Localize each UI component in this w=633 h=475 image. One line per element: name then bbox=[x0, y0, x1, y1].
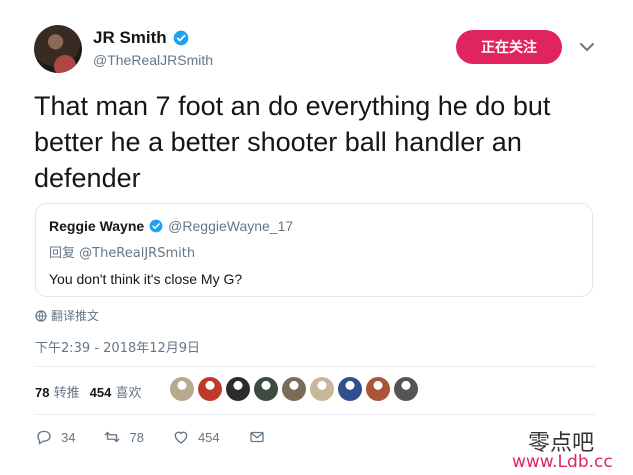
liker-avatar[interactable] bbox=[170, 377, 194, 401]
liker-avatar[interactable] bbox=[254, 377, 278, 401]
author-avatar[interactable] bbox=[34, 25, 82, 73]
tweet-text: That man 7 foot an do everything he do b… bbox=[34, 91, 551, 193]
tweet-timestamp[interactable]: 下午2:39 - 2018年12月9日 bbox=[35, 337, 200, 356]
reply-count: 34 bbox=[61, 429, 76, 445]
liker-avatar[interactable] bbox=[338, 377, 362, 401]
liker-avatar[interactable] bbox=[310, 377, 334, 401]
author-name[interactable]: JR Smith bbox=[93, 28, 167, 48]
like-action-count: 454 bbox=[197, 429, 220, 445]
liker-avatar[interactable] bbox=[394, 377, 418, 401]
liker-avatars bbox=[170, 377, 418, 401]
author-handle[interactable]: @TheRealJRSmith bbox=[93, 52, 213, 68]
tweet-actions: 34 78 454 bbox=[35, 428, 294, 446]
divider bbox=[34, 414, 596, 415]
retweet-count: 78 bbox=[35, 385, 50, 400]
retweet-button[interactable]: 78 bbox=[103, 428, 144, 446]
liker-avatar[interactable] bbox=[198, 377, 222, 401]
retweet-stat[interactable]: 78 转推 bbox=[35, 382, 80, 401]
quoted-reply-to: 回复 @TheRealJRSmith bbox=[49, 246, 196, 261]
reply-button[interactable]: 34 bbox=[35, 428, 75, 446]
quoted-author-handle: @ReggieWayne_17 bbox=[168, 218, 294, 234]
tweet-stats: 78 转推 454 喜欢 bbox=[35, 382, 141, 401]
like-stat[interactable]: 454 喜欢 bbox=[90, 382, 142, 401]
heart-icon bbox=[174, 431, 188, 444]
author-name-row[interactable]: JR Smith bbox=[93, 28, 189, 48]
quoted-tweet[interactable]: Reggie Wayne @ReggieWayne_17 回复 @TheReal… bbox=[35, 203, 593, 297]
like-count: 454 bbox=[89, 385, 112, 400]
translate-label[interactable]: 翻译推文 bbox=[51, 307, 99, 324]
divider bbox=[34, 366, 596, 367]
verified-badge-icon bbox=[173, 30, 189, 46]
retweet-label: 转推 bbox=[53, 386, 80, 401]
retweet-icon bbox=[105, 431, 120, 443]
envelope-icon bbox=[249, 431, 264, 443]
verified-badge-icon bbox=[149, 219, 163, 233]
reply-icon bbox=[37, 430, 51, 445]
globe-icon bbox=[35, 309, 47, 322]
liker-avatar[interactable] bbox=[282, 377, 306, 401]
like-button[interactable]: 454 bbox=[172, 428, 220, 446]
retweet-action-count: 78 bbox=[129, 429, 144, 445]
liker-avatar[interactable] bbox=[366, 377, 390, 401]
translate-tweet-link[interactable]: 翻译推文 bbox=[35, 307, 99, 324]
chevron-down-icon[interactable] bbox=[578, 40, 596, 54]
watermark-url: www.Ldb.cc bbox=[512, 452, 613, 472]
quoted-author-name: Reggie Wayne bbox=[49, 218, 145, 234]
like-label: 喜欢 bbox=[115, 386, 142, 401]
direct-message-button[interactable] bbox=[248, 428, 266, 446]
quoted-tweet-text: You don't think it's close My G? bbox=[49, 271, 243, 287]
liker-avatar[interactable] bbox=[226, 377, 250, 401]
following-button[interactable]: 正在关注 bbox=[456, 30, 562, 64]
quoted-author-row: Reggie Wayne @ReggieWayne_17 bbox=[49, 218, 293, 234]
